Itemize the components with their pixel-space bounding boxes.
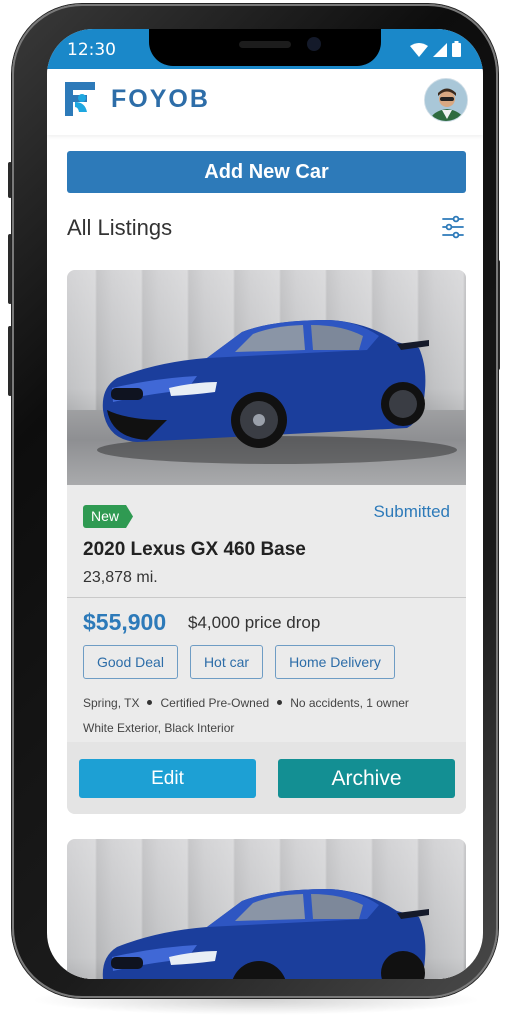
- status-bar: 12:30: [47, 29, 483, 69]
- car-price: $55,900: [83, 609, 167, 635]
- battery-icon: [452, 41, 461, 57]
- app-screen: 12:30 FOYOB Add New Car All Listings New…: [47, 29, 483, 979]
- car-photo[interactable]: [67, 839, 466, 979]
- avatar-portrait-icon: [425, 79, 467, 121]
- bullet-icon: [147, 700, 153, 706]
- blue-coupe-car-illustration: [97, 320, 457, 464]
- device-notch: [149, 29, 381, 66]
- tag-good-deal[interactable]: Good Deal: [83, 645, 178, 679]
- spec-line-1: Spring, TX Certified Pre-Owned No accident…: [83, 691, 453, 716]
- spec-history: No accidents, 1 owner: [290, 696, 409, 710]
- brand-logo[interactable]: FOYOB: [65, 82, 210, 116]
- listing-card[interactable]: New Submitted 2020 Lexus GX 460 Base 23,…: [67, 270, 466, 814]
- blue-coupe-car-illustration: [102, 889, 429, 979]
- cellular-signal-icon: [433, 43, 447, 57]
- foyob-logo-icon: [65, 82, 95, 116]
- speaker-grille: [239, 41, 291, 48]
- status-time: 12:30: [67, 40, 116, 60]
- edit-button[interactable]: Edit: [79, 759, 256, 798]
- listing-status: Submitted: [373, 502, 450, 521]
- spec-colors: White Exterior, Black Interior: [83, 721, 235, 735]
- new-badge: New: [83, 505, 134, 528]
- spec-location: Spring, TX: [83, 696, 140, 710]
- car-specs: Spring, TX Certified Pre-Owned No accident…: [83, 691, 453, 741]
- spec-certification: Certified Pre-Owned: [160, 696, 270, 710]
- filter-icon[interactable]: [441, 215, 465, 239]
- price-drop: $4,000 price drop: [188, 613, 321, 632]
- front-camera: [307, 37, 321, 51]
- car-photo[interactable]: [67, 270, 466, 485]
- divider: [67, 597, 466, 598]
- bullet-icon: [277, 700, 283, 706]
- user-avatar[interactable]: [424, 78, 468, 122]
- phone-frame: 12:30 FOYOB Add New Car All Listings New…: [12, 4, 498, 998]
- status-icons: [410, 41, 461, 57]
- add-new-car-button[interactable]: Add New Car: [67, 151, 466, 193]
- app-header: FOYOB: [47, 69, 483, 135]
- wifi-icon: [410, 43, 428, 57]
- tag-list: Good Deal Hot car Home Delivery: [83, 645, 395, 679]
- listing-card[interactable]: [67, 839, 466, 979]
- archive-button[interactable]: Archive: [278, 759, 455, 798]
- car-mileage: 23,878 mi.: [83, 569, 158, 586]
- card-actions: Edit Archive: [67, 742, 466, 814]
- section-title: All Listings: [67, 215, 173, 240]
- brand-name: FOYOB: [111, 84, 210, 113]
- tag-hot-car[interactable]: Hot car: [189, 645, 264, 679]
- car-title[interactable]: 2020 Lexus GX 460 Base: [83, 539, 306, 561]
- tag-home-delivery[interactable]: Home Delivery: [275, 645, 395, 679]
